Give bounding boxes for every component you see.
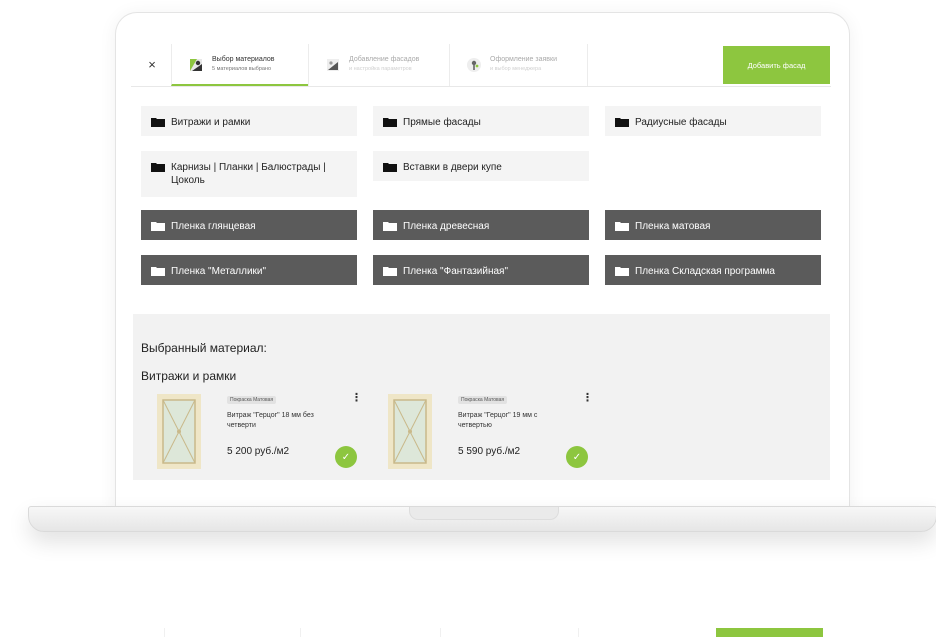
category-label: Витражи и рамки bbox=[171, 117, 251, 128]
film-label: Пленка глянцевая bbox=[171, 221, 256, 232]
check-icon[interactable]: ✓ bbox=[566, 446, 588, 468]
more-options-icon[interactable]: ⋮ bbox=[582, 393, 593, 404]
close-icon[interactable]: × bbox=[145, 58, 159, 72]
folder-icon bbox=[151, 267, 165, 276]
category-label: Прямые фасады bbox=[403, 117, 481, 128]
step-subtitle: и выбор менеджера bbox=[490, 66, 542, 72]
step-title: Добавление фасадов bbox=[349, 56, 420, 63]
folder-icon bbox=[151, 222, 165, 231]
category-tile[interactable]: Витражи и рамки bbox=[141, 106, 357, 136]
film-label: Пленка матовая bbox=[635, 221, 711, 232]
laptop-base bbox=[28, 506, 936, 532]
strip-divider bbox=[578, 628, 716, 637]
folder-icon bbox=[151, 118, 165, 127]
material-card[interactable]: Покраска Матовая Витраж "Герцог" 19 мм с… bbox=[372, 393, 602, 474]
material-name: Витраж "Герцог" 19 мм с четвертью bbox=[458, 412, 538, 429]
category-tile[interactable]: Вставки в двери купе bbox=[373, 151, 589, 181]
step-select-materials[interactable]: Выбор материалов 5 материалов выбрано bbox=[171, 44, 308, 86]
film-label: Пленка древесная bbox=[403, 221, 490, 232]
category-tile[interactable]: Радиусные фасады bbox=[605, 106, 821, 136]
material-price: 5 200 руб./м2 bbox=[227, 446, 290, 457]
materials-step-icon bbox=[190, 59, 202, 71]
film-tile[interactable]: Пленка матовая bbox=[605, 210, 821, 240]
facade-step-icon bbox=[327, 59, 339, 71]
strip-divider bbox=[164, 628, 301, 637]
material-price: 5 590 руб./м2 bbox=[458, 446, 521, 457]
step-order[interactable]: Оформление заявки и выбор менеджера bbox=[449, 44, 588, 86]
selected-heading: Выбранный материал: bbox=[141, 341, 267, 355]
category-label: Карнизы | Планки | Балюстрады | Цоколь bbox=[171, 162, 326, 186]
film-tile[interactable]: Пленка "Фантазийная" bbox=[373, 255, 589, 285]
selected-material-panel: Выбранный материал: Витражи и рамки Покр… bbox=[133, 314, 830, 480]
step-subtitle: и настройка параметров bbox=[349, 66, 412, 72]
folder-icon bbox=[151, 163, 165, 172]
app-screen: × Выбор материалов 5 материалов выбрано … bbox=[131, 44, 831, 484]
strip-accent-button bbox=[716, 628, 823, 637]
order-step-icon bbox=[467, 58, 481, 72]
step-title: Выбор материалов bbox=[212, 56, 275, 63]
film-tile[interactable]: Пленка глянцевая bbox=[141, 210, 357, 240]
film-tile[interactable]: Пленка "Металлики" bbox=[141, 255, 357, 285]
category-tile[interactable]: Карнизы | Планки | Балюстрады | Цоколь bbox=[141, 151, 357, 197]
film-tile[interactable]: Пленка древесная bbox=[373, 210, 589, 240]
strip-divider bbox=[300, 628, 441, 637]
category-tile[interactable]: Прямые фасады bbox=[373, 106, 589, 136]
lower-screen-strip bbox=[128, 628, 824, 637]
category-label: Вставки в двери купе bbox=[403, 162, 502, 173]
add-facade-button[interactable]: Добавить фасад bbox=[723, 46, 830, 84]
finish-tag: Покраска Матовая bbox=[227, 396, 277, 404]
step-add-facades[interactable]: Добавление фасадов и настройка параметро… bbox=[308, 44, 449, 86]
folder-icon bbox=[383, 267, 397, 276]
film-label: Пленка Складская программа bbox=[635, 266, 775, 277]
film-label: Пленка "Фантазийная" bbox=[403, 266, 508, 277]
more-options-icon[interactable]: ⋮ bbox=[351, 393, 362, 404]
laptop-notch bbox=[409, 507, 559, 520]
check-icon[interactable]: ✓ bbox=[335, 446, 357, 468]
folder-icon bbox=[615, 222, 629, 231]
material-name: Витраж "Герцог" 18 мм без четверти bbox=[227, 412, 314, 429]
material-card[interactable]: Покраска Матовая Витраж "Герцог" 18 мм б… bbox=[141, 393, 371, 474]
step-title: Оформление заявки bbox=[490, 56, 557, 63]
category-label: Радиусные фасады bbox=[635, 117, 727, 128]
wizard-topbar: × Выбор материалов 5 материалов выбрано … bbox=[131, 44, 831, 87]
folder-icon bbox=[615, 267, 629, 276]
step-subtitle: 5 материалов выбрано bbox=[212, 66, 272, 72]
folder-icon bbox=[383, 163, 397, 172]
film-tile[interactable]: Пленка Складская программа bbox=[605, 255, 821, 285]
folder-icon bbox=[615, 118, 629, 127]
stained-glass-thumbnail bbox=[388, 394, 432, 469]
finish-tag: Покраска Матовая bbox=[458, 396, 508, 404]
strip-divider bbox=[440, 628, 579, 637]
folder-icon bbox=[383, 222, 397, 231]
folder-icon bbox=[383, 118, 397, 127]
stained-glass-thumbnail bbox=[157, 394, 201, 469]
film-label: Пленка "Металлики" bbox=[171, 266, 267, 277]
selected-group-title: Витражи и рамки bbox=[141, 369, 237, 383]
